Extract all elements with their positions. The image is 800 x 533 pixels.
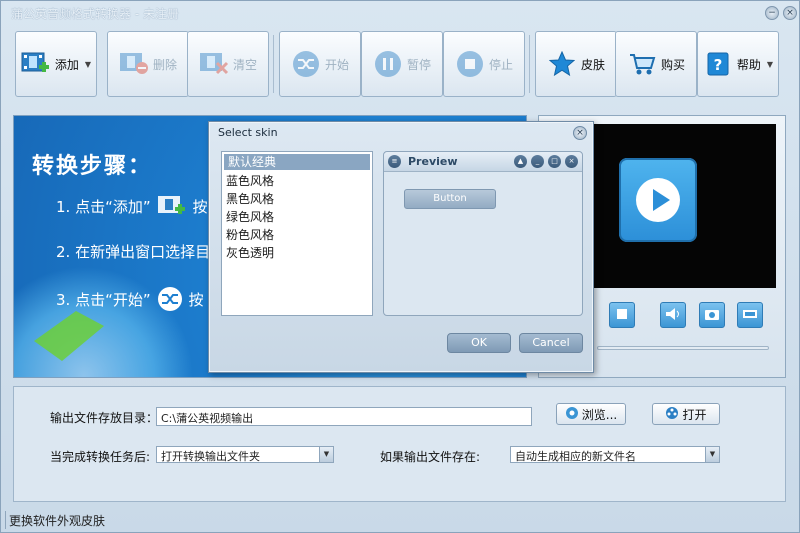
banner-glow-decoration	[14, 266, 194, 377]
fullscreen-button[interactable]	[737, 302, 763, 328]
on-complete-value: 打开转换输出文件夹	[161, 450, 260, 463]
maximize-icon: □	[548, 155, 561, 168]
film-add-icon	[157, 194, 187, 218]
window-title: 蒲公英音频格式转换器 - 未注册	[11, 6, 179, 21]
browse-button[interactable]: 浏览...	[556, 403, 626, 425]
volume-button[interactable]	[660, 302, 686, 328]
step-3: 3. 点击“开始” 按	[56, 286, 204, 312]
if-exists-select[interactable]: 自动生成相应的新文件名 ▼	[510, 446, 720, 463]
step-2-text: 2. 在新弹出窗口选择目	[56, 243, 211, 261]
pause-label: 暂停	[406, 57, 431, 72]
skin-item[interactable]: 蓝色风格	[222, 172, 372, 190]
speaker-icon	[665, 307, 681, 324]
skin-button[interactable]: 皮肤	[535, 31, 617, 97]
clear-button[interactable]: 清空	[187, 31, 269, 97]
stop-label: 停止	[488, 57, 513, 72]
cancel-button[interactable]: Cancel	[519, 333, 583, 353]
chevron-down-icon[interactable]: ▼	[319, 447, 333, 462]
chevron-down-icon[interactable]: ▼	[705, 447, 719, 462]
on-complete-select[interactable]: 打开转换输出文件夹 ▼	[156, 446, 334, 463]
star-icon	[547, 50, 577, 78]
add-label: 添加	[54, 57, 79, 72]
select-skin-dialog: Select skin × 默认经典 蓝色风格 黑色风格 绿色风格 粉色风格 灰…	[208, 121, 594, 373]
preview-sample-button: Button	[404, 189, 496, 209]
step-1-text: 1. 点击“添加”	[56, 197, 151, 216]
stop-playback-button[interactable]	[609, 302, 635, 328]
if-exists-value: 自动生成相应的新文件名	[515, 450, 636, 463]
dialog-close-button[interactable]: ×	[573, 126, 587, 140]
on-complete-label: 当完成转换任务后:	[50, 450, 151, 464]
minimize-icon: _	[531, 155, 544, 168]
title-bar[interactable]: 蒲公英音频格式转换器 - 未注册 − ×	[1, 1, 800, 25]
skin-preview-panel: ≡ Preview ▲ _ □ × Button	[383, 151, 583, 316]
close-window-button[interactable]: ×	[783, 6, 797, 20]
if-exists-label: 如果输出文件存在:	[380, 450, 481, 464]
film-clear-icon	[199, 50, 229, 78]
minimize-button[interactable]: −	[765, 6, 779, 20]
preview-title: Preview	[408, 155, 458, 168]
step-3-text: 3. 点击“开始”	[56, 290, 151, 309]
stop-icon	[455, 50, 485, 78]
delete-button[interactable]: 删除	[107, 31, 189, 97]
step-3-tail: 按	[188, 290, 204, 309]
status-separator	[5, 511, 6, 529]
delete-label: 删除	[152, 57, 177, 72]
step-1: 1. 点击“添加” 按	[56, 194, 208, 218]
svg-text:?: ?	[714, 56, 723, 74]
shuffle-icon	[291, 50, 321, 78]
skin-item[interactable]: 默认经典	[224, 154, 370, 170]
browse-label: 浏览...	[581, 407, 618, 422]
film-remove-icon	[119, 50, 149, 78]
add-dropdown-arrow-icon[interactable]: ▼	[85, 60, 91, 69]
help-icon: ?	[703, 50, 733, 78]
banner-title: 转换步骤：	[32, 154, 153, 179]
fullscreen-icon	[742, 308, 758, 323]
app-window: 蒲公英音频格式转换器 - 未注册 − × 添加 ▼ 删除 清空 开始 暂停 停止…	[0, 0, 800, 533]
open-button[interactable]: 打开	[652, 403, 720, 425]
help-dropdown-arrow-icon[interactable]: ▼	[767, 60, 773, 69]
camera-icon	[704, 307, 720, 324]
status-text: 更换软件外观皮肤	[9, 514, 106, 528]
add-button[interactable]: 添加 ▼	[15, 31, 97, 97]
skin-list[interactable]: 默认经典 蓝色风格 黑色风格 绿色风格 粉色风格 灰色透明	[221, 151, 373, 316]
close-icon: ×	[565, 155, 578, 168]
buy-label: 购买	[660, 57, 685, 72]
buy-button[interactable]: 购买	[615, 31, 697, 97]
output-settings-panel: 输出文件存放目录： C:\蒲公英视频输出 浏览... 打开 当完成转换任务后: …	[13, 386, 786, 502]
help-label: 帮助	[736, 57, 761, 72]
skin-item[interactable]: 粉色风格	[222, 226, 372, 244]
film-add-icon	[21, 50, 51, 78]
output-dir-field[interactable]: C:\蒲公英视频输出	[156, 407, 532, 426]
stop-icon	[616, 308, 628, 323]
step-2: 2. 在新弹出窗口选择目	[56, 241, 210, 262]
start-button[interactable]: 开始	[279, 31, 361, 97]
snapshot-button[interactable]	[699, 302, 725, 328]
toolbar-separator	[529, 35, 530, 93]
skin-label: 皮肤	[580, 57, 605, 72]
dialog-title: Select skin	[218, 126, 278, 139]
seek-slider[interactable]	[597, 346, 769, 350]
stop-button[interactable]: 停止	[443, 31, 525, 97]
toolbar-separator	[273, 35, 274, 93]
help-button[interactable]: ? 帮助 ▼	[697, 31, 779, 97]
film-reel-icon	[665, 406, 679, 423]
browse-icon	[565, 406, 579, 423]
pause-button[interactable]: 暂停	[361, 31, 443, 97]
start-label: 开始	[324, 57, 349, 72]
cart-icon	[627, 50, 657, 78]
preview-header: ≡ Preview ▲ _ □ ×	[384, 152, 582, 172]
skin-item[interactable]: 灰色透明	[222, 244, 372, 262]
skin-item[interactable]: 黑色风格	[222, 190, 372, 208]
clear-label: 清空	[232, 57, 257, 72]
step-1-tail: 按	[192, 197, 208, 216]
ok-button[interactable]: OK	[447, 333, 511, 353]
menu-icon: ≡	[388, 155, 401, 168]
output-dir-label: 输出文件存放目录：	[50, 411, 159, 425]
shuffle-icon	[157, 286, 183, 312]
pause-icon	[373, 50, 403, 78]
skin-item[interactable]: 绿色风格	[222, 208, 372, 226]
open-label: 打开	[682, 407, 707, 422]
collapse-icon: ▲	[514, 155, 527, 168]
play-icon[interactable]	[619, 158, 697, 242]
